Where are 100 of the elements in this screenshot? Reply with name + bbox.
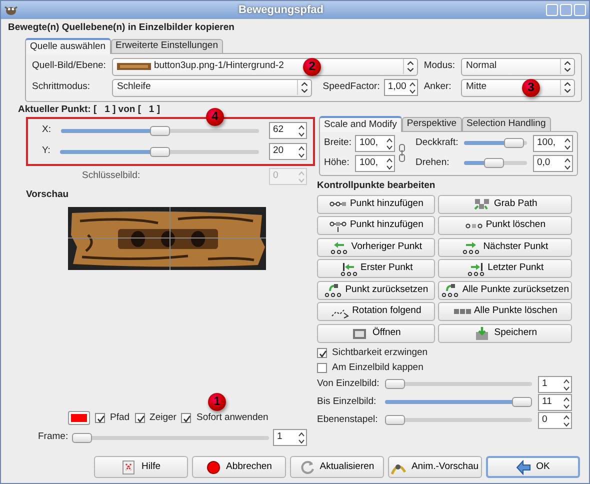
control-point-button[interactable]: Nächster Punkt bbox=[438, 238, 572, 257]
control-point-button[interactable]: Punkt hinzufügen bbox=[317, 216, 436, 236]
left-arrow-icon bbox=[330, 240, 348, 254]
control-point-button[interactable]: Punkt hinzufügen bbox=[317, 194, 436, 214]
annotation-marker: 1 bbox=[208, 393, 226, 411]
spin-arrows-icon bbox=[297, 430, 306, 445]
checkbox-label: Pfad bbox=[110, 412, 130, 424]
number-field[interactable]: 11 bbox=[538, 394, 572, 411]
number-field[interactable]: 1 bbox=[538, 376, 572, 393]
maximize-button[interactable] bbox=[560, 4, 572, 16]
dialog-button[interactable]: Abbrechen bbox=[192, 456, 286, 478]
refresh-icon bbox=[300, 460, 315, 474]
field-label: Schlüsselbild: bbox=[82, 171, 142, 182]
field-label: Breite: bbox=[324, 138, 352, 149]
spin-arrows-icon bbox=[562, 412, 571, 428]
number-field[interactable]: 62 bbox=[269, 122, 307, 140]
field-label: Von Einzelbild: bbox=[317, 378, 380, 390]
spin-arrows-icon bbox=[562, 376, 571, 392]
axis-label: X: bbox=[42, 125, 51, 136]
spin-arrows-icon bbox=[385, 136, 394, 151]
number-field[interactable]: 100, bbox=[355, 154, 396, 172]
control-point-button[interactable]: Erster Punkt bbox=[317, 259, 436, 278]
control-point-button[interactable]: Punkt löschen bbox=[438, 216, 572, 236]
slider-handle[interactable] bbox=[72, 432, 92, 442]
right-arrow-icon bbox=[466, 262, 485, 276]
left-arrow-icon bbox=[340, 262, 358, 276]
control-point-button[interactable]: Vorheriger Punkt bbox=[317, 238, 436, 257]
color-swatch[interactable] bbox=[68, 411, 90, 425]
right-arrow-icon bbox=[462, 240, 480, 254]
number-field[interactable]: 100, bbox=[533, 134, 573, 152]
slider-handle[interactable] bbox=[512, 397, 532, 408]
tab[interactable]: Selection Handling bbox=[462, 116, 551, 131]
field-label: Anker: bbox=[424, 82, 452, 94]
spin-arrows-icon bbox=[562, 394, 571, 410]
checkbox[interactable] bbox=[317, 348, 327, 358]
control-point-button[interactable]: Grab Path bbox=[438, 194, 572, 214]
section-heading: Kontrollpunkte bearbeiten bbox=[317, 180, 436, 192]
field-label: Drehen: bbox=[415, 158, 450, 169]
tab[interactable]: Quelle auswählen bbox=[25, 38, 111, 54]
points-chain-icon bbox=[328, 218, 347, 233]
stop-icon bbox=[206, 460, 222, 474]
checkbox[interactable] bbox=[95, 413, 105, 423]
number-field[interactable]: 0,0 bbox=[533, 154, 573, 172]
field-label: Frame: bbox=[38, 432, 68, 443]
spin-arrows-icon bbox=[297, 169, 306, 184]
dialog-button[interactable]: Hilfe bbox=[94, 456, 188, 478]
field-label: Bis Einzelbild: bbox=[317, 396, 378, 408]
section-heading: Aktueller Punkt: [ 1 ] von [ 1 ] bbox=[18, 104, 160, 116]
checkbox[interactable] bbox=[134, 413, 145, 423]
curved-arrow-icon bbox=[324, 283, 342, 298]
dialog-button[interactable]: Anim.-Vorschau bbox=[388, 456, 482, 478]
axis-label: Y: bbox=[42, 146, 50, 158]
control-point-button[interactable]: Speichern bbox=[438, 324, 572, 343]
checkbox-label: Zeiger bbox=[150, 412, 176, 424]
field-label: Modus: bbox=[424, 61, 455, 72]
checkbox-label: Am Einzelbild kappen bbox=[332, 362, 424, 374]
slider-handle[interactable] bbox=[150, 126, 170, 136]
curved-arrow-icon bbox=[441, 283, 460, 298]
checkbox-label: Sichtbarkeit erzwingen bbox=[332, 348, 428, 359]
annotation-marker: 4 bbox=[206, 108, 224, 126]
number-field[interactable]: 20 bbox=[269, 143, 307, 160]
number-field[interactable]: 1,00 bbox=[384, 79, 418, 96]
checkbox[interactable] bbox=[181, 413, 192, 423]
field-label: Höhe: bbox=[324, 158, 350, 169]
spin-arrows-icon bbox=[385, 156, 394, 171]
dropdown[interactable]: button3up.png-1/Hintergrund-2 2 bbox=[112, 58, 418, 76]
spin-arrows-icon bbox=[297, 123, 306, 138]
control-point-button[interactable]: Alle Punkte löschen bbox=[438, 302, 572, 322]
checkbox[interactable] bbox=[317, 363, 327, 374]
control-point-button[interactable]: Rotation folgend bbox=[317, 302, 436, 322]
slider-handle[interactable] bbox=[484, 158, 504, 168]
field-label: Quell-Bild/Ebene: bbox=[32, 61, 106, 72]
slider-handle[interactable] bbox=[504, 138, 524, 148]
layer-thumbnail-icon bbox=[116, 63, 151, 70]
close-button[interactable] bbox=[574, 4, 586, 16]
control-point-button[interactable]: Alle Punkte zurücksetzen bbox=[438, 280, 572, 300]
minimize-button[interactable] bbox=[546, 4, 558, 16]
section-heading: Vorschau bbox=[26, 190, 70, 201]
number-field[interactable]: 0 bbox=[538, 412, 572, 429]
tab[interactable]: Scale and Modify bbox=[319, 116, 402, 132]
dialog-button[interactable]: Aktualisieren bbox=[290, 456, 384, 478]
control-point-button[interactable]: Öffnen bbox=[317, 324, 436, 343]
app-icon bbox=[4, 4, 18, 16]
field-label: Schrittmodus: bbox=[32, 82, 92, 94]
slider-handle[interactable] bbox=[385, 415, 406, 426]
dropdown[interactable]: Mitte 3 bbox=[461, 78, 575, 97]
number-field[interactable]: 1 bbox=[273, 429, 307, 446]
slider-handle[interactable] bbox=[150, 146, 170, 157]
slider-handle[interactable] bbox=[385, 379, 406, 390]
chain-icon[interactable] bbox=[399, 144, 406, 162]
control-point-button[interactable]: Punkt zurücksetzen bbox=[317, 280, 436, 300]
tab[interactable]: Perspektive bbox=[402, 116, 462, 131]
dropdown[interactable]: Schleife bbox=[112, 78, 312, 97]
annotation-marker: 3 bbox=[522, 78, 540, 97]
tab[interactable]: Erweiterte Einstellungen bbox=[110, 38, 223, 53]
control-point-button[interactable]: Letzter Punkt bbox=[438, 259, 572, 278]
dialog-button[interactable]: OK bbox=[486, 456, 580, 478]
dropdown[interactable]: Normal bbox=[461, 58, 575, 76]
left-arrow-icon bbox=[516, 460, 532, 474]
number-field[interactable]: 100, bbox=[355, 134, 396, 152]
